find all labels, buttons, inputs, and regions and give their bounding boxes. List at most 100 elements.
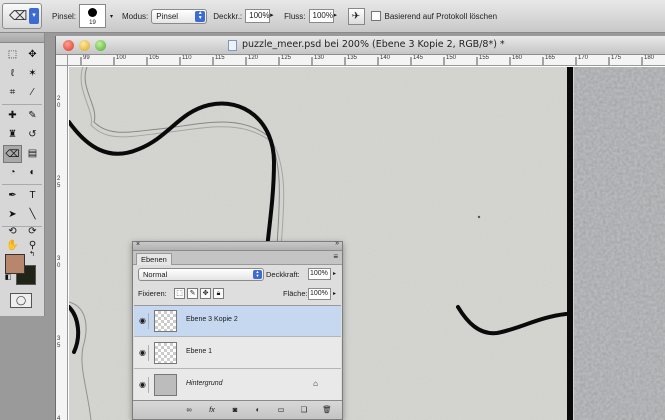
pen-tool-icon[interactable]: ✒ <box>3 187 22 205</box>
ruler-origin[interactable] <box>56 55 68 66</box>
lock-icon: ⌂ <box>313 379 318 388</box>
stamp-tool-icon[interactable]: ♜ <box>3 126 22 144</box>
marquee-tool-icon[interactable]: ⬚ <box>3 46 22 64</box>
move-tool-icon[interactable]: ✥ <box>23 46 42 64</box>
ruler-label: 3 <box>57 336 61 342</box>
brush-size: 19 <box>89 20 96 26</box>
close-window-button[interactable] <box>63 40 74 51</box>
opacity-slider-toggle[interactable]: ▸ <box>270 9 278 23</box>
lock-row: Fixieren: ⬚ ✎ ✥ 🔒︎ Fläche: 100% ▸ <box>138 288 338 302</box>
minimize-window-button[interactable] <box>79 40 90 51</box>
lock-pixels-icon[interactable]: ✎ <box>187 288 198 299</box>
lock-all-icon[interactable]: 🔒︎ <box>213 288 224 299</box>
panel-menu-icon[interactable]: ≡ <box>333 252 338 261</box>
brush-tip-icon <box>88 8 98 17</box>
fx-icon[interactable]: fx <box>205 404 219 416</box>
ruler-label: 165 <box>545 55 556 61</box>
layer-opacity-slider-toggle[interactable]: ▸ <box>333 268 336 280</box>
adjustment-layer-icon[interactable]: ◐ <box>251 404 265 416</box>
airbrush-icon[interactable]: ✈ <box>347 7 365 25</box>
fill-label: Fläche: <box>283 289 308 298</box>
layer-row[interactable]: ◉ Hintergrund ⌂ <box>134 370 341 401</box>
lock-position-icon[interactable]: ✥ <box>200 288 211 299</box>
ruler-label: 0 <box>57 103 61 109</box>
options-bar: ⌫ ▾ Pinsel: 19 ▾ Modus: Pinsel ▲ ▼ Deckkr… <box>0 0 665 33</box>
flow-slider-toggle[interactable]: ▸ <box>334 9 342 23</box>
tools-panel: ⬚ ✥ ℓ ✶ ⌗ ⁄ ✚ ✎ ♜ ↺ ⌫ ▤ ◔ ◐ ✒ T ➤ ╲ ⟲ ⟳ … <box>0 33 45 316</box>
line-tool-icon[interactable]: ╲ <box>23 206 42 224</box>
new-group-icon[interactable]: ▭ <box>274 404 288 416</box>
ruler-label: 2 <box>57 176 61 182</box>
ruler-label: 2 <box>57 96 61 102</box>
updown-arrows-icon: ▲ ▼ <box>253 270 262 279</box>
quick-mask-button[interactable]: ◯ <box>10 293 32 308</box>
brush-tool-icon[interactable]: ✎ <box>23 107 42 125</box>
opacity-field[interactable]: 100% <box>245 9 271 23</box>
mode-select[interactable]: Pinsel ▲ ▼ <box>151 8 208 24</box>
vertical-ruler[interactable]: 2 0 2 5 3 0 3 5 4 0 <box>56 66 68 420</box>
path-selection-tool-icon[interactable]: ➤ <box>3 206 22 224</box>
erase-history-label: Basierend auf Protokoll löschen <box>384 11 498 21</box>
swap-colors-icon[interactable]: ↰ <box>26 249 38 261</box>
dodge-tool-icon[interactable]: ◐ <box>23 164 42 182</box>
fill-slider-toggle[interactable]: ▸ <box>333 288 336 300</box>
chevron-down-icon: ▾ <box>29 8 39 24</box>
eyedropper-tool-icon[interactable]: ⁄ <box>23 84 42 102</box>
default-colors-icon[interactable]: ◧ <box>3 273 13 283</box>
mode-value: Pinsel <box>156 11 179 21</box>
lasso-tool-icon[interactable]: ℓ <box>3 65 22 83</box>
ruler-label: 175 <box>611 55 622 61</box>
gradient-tool-icon[interactable]: ▤ <box>23 145 42 163</box>
ruler-label: 5 <box>57 183 61 189</box>
horizontal-ruler[interactable]: 99 100 105 110 115 120 125 130 135 140 1… <box>68 55 665 66</box>
visibility-eye-icon[interactable]: ◉ <box>137 345 149 361</box>
foreground-color-swatch[interactable] <box>5 254 25 274</box>
panel-header[interactable]: × » <box>133 240 342 251</box>
layer-name[interactable]: Ebene 1 <box>186 348 212 355</box>
link-layers-icon[interactable]: ∞ <box>182 404 196 416</box>
layer-row[interactable]: ◉ Ebene 3 Kopie 2 <box>134 306 341 337</box>
panel-grip[interactable] <box>0 33 44 43</box>
new-layer-icon[interactable]: ❏ <box>297 404 311 416</box>
layer-thumbnail <box>154 342 177 364</box>
brush-picker[interactable]: 19 ▾ <box>79 4 113 28</box>
ruler-label: 130 <box>314 55 325 61</box>
blur-tool-icon[interactable]: ◔ <box>3 164 22 182</box>
layer-list: ◉ Ebene 3 Kopie 2 ◉ Ebene 1 ◉ Hintergrun… <box>134 305 341 401</box>
blend-mode-select[interactable]: Normal ▲ ▼ <box>138 268 264 281</box>
magic-wand-tool-icon[interactable]: ✶ <box>23 65 42 83</box>
tab-layers[interactable]: Ebenen <box>136 253 172 265</box>
tool-preset-picker[interactable]: ⌫ ▾ <box>2 3 42 29</box>
flow-field[interactable]: 100% <box>308 9 334 23</box>
zoom-window-button[interactable] <box>95 40 106 51</box>
hand-tool-icon[interactable]: ✋ <box>3 237 22 255</box>
type-tool-icon[interactable]: T <box>23 187 42 205</box>
ruler-label: 170 <box>578 55 589 61</box>
eraser-icon: ⌫ <box>9 8 28 23</box>
layers-panel: × » Ebenen ≡ Normal ▲ ▼ Deckkraft: 100% ▸… <box>132 240 343 420</box>
mode-label: Modus: <box>122 11 149 21</box>
trash-icon[interactable]: 🗑︎ <box>320 404 334 416</box>
visibility-eye-icon[interactable]: ◉ <box>137 377 149 393</box>
healing-brush-tool-icon[interactable]: ✚ <box>3 107 22 125</box>
collapse-icon[interactable]: » <box>335 240 339 247</box>
ruler-label: 160 <box>512 55 523 61</box>
ruler-label: 105 <box>149 55 160 61</box>
lock-transparency-icon[interactable]: ⬚ <box>174 288 185 299</box>
close-icon[interactable]: × <box>136 241 140 248</box>
layer-opacity-field[interactable]: 100% <box>308 268 331 280</box>
ruler-label: 110 <box>182 55 192 61</box>
history-brush-tool-icon[interactable]: ↺ <box>23 126 42 144</box>
add-mask-icon[interactable]: ◙ <box>228 404 242 416</box>
erase-history-checkbox[interactable] <box>370 11 381 21</box>
ruler-label: 150 <box>446 55 457 61</box>
visibility-eye-icon[interactable]: ◉ <box>137 313 149 329</box>
brush-label: Pinsel: <box>52 11 77 21</box>
crop-tool-icon[interactable]: ⌗ <box>3 84 22 102</box>
ruler-label: 100 <box>116 55 127 61</box>
layer-row[interactable]: ◉ Ebene 1 <box>134 338 341 369</box>
layer-name[interactable]: Ebene 3 Kopie 2 <box>186 316 238 323</box>
eraser-tool-icon[interactable]: ⌫ <box>3 145 22 163</box>
fill-field[interactable]: 100% <box>308 288 331 300</box>
layer-name[interactable]: Hintergrund <box>186 380 223 387</box>
